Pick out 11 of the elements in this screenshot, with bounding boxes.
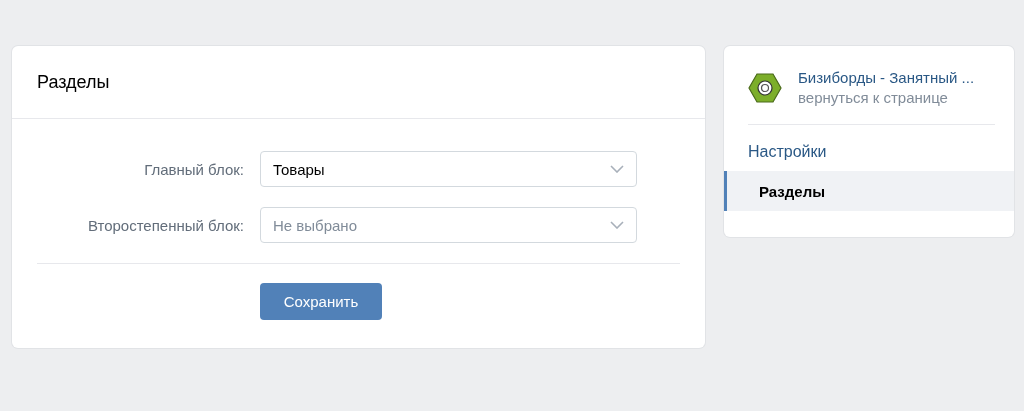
menu-item[interactable]: Разделы (724, 171, 1014, 211)
save-button[interactable]: Сохранить (260, 283, 382, 320)
chevron-down-icon (610, 221, 624, 229)
section-title-link[interactable]: Настройки (724, 125, 827, 161)
hex-nut-icon (748, 72, 782, 103)
dropdown-field[interactable]: Товары (260, 151, 637, 187)
community-name-link[interactable]: Бизиборды - Занятный ... (798, 69, 975, 86)
field-label: Второстепенный блок: (86, 216, 245, 234)
chevron-down-icon (610, 165, 624, 173)
field-label: Главный блок: (143, 160, 245, 178)
card-title: Разделы (37, 71, 110, 93)
